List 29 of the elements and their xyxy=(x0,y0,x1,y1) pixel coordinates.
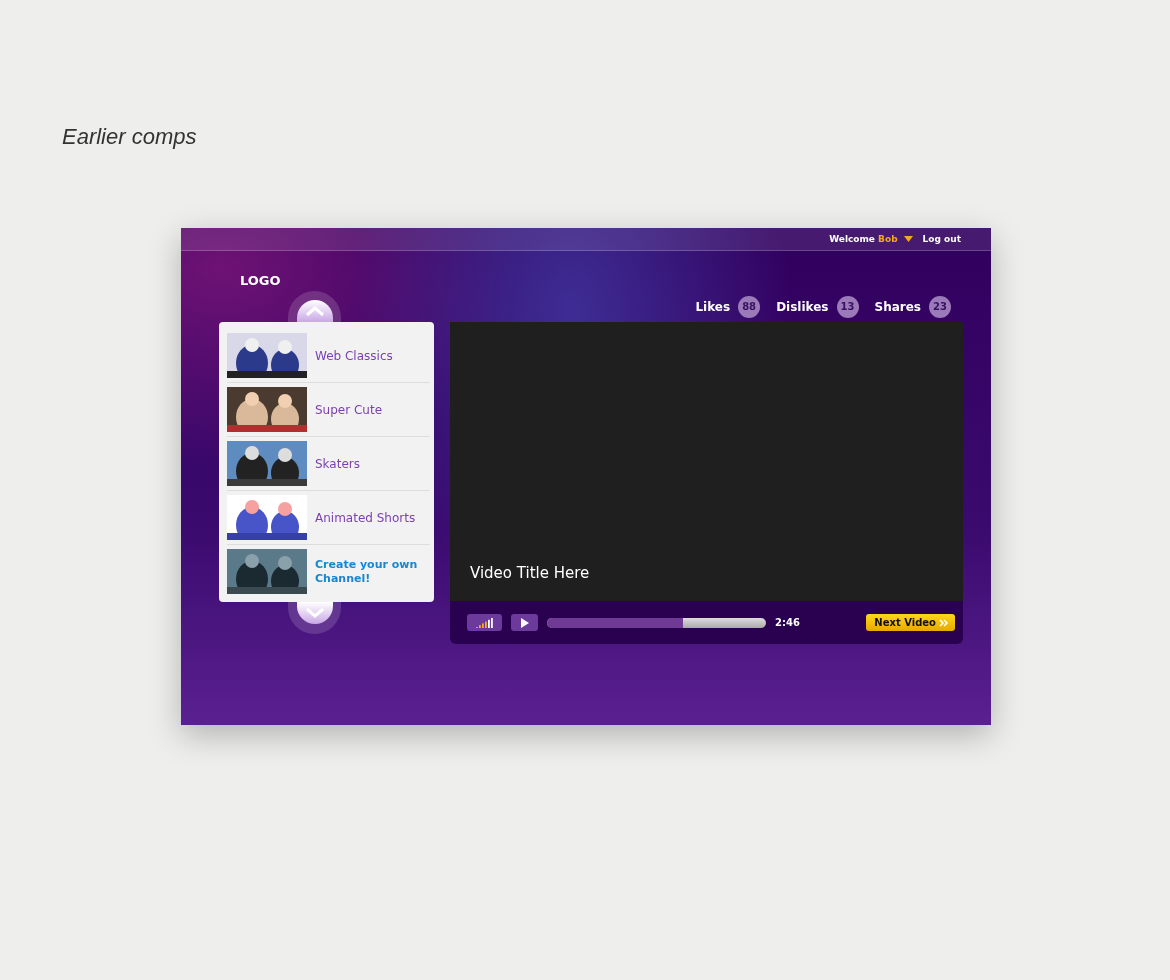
chevron-up-icon xyxy=(305,306,324,316)
page-heading: Earlier comps xyxy=(62,124,198,150)
scroll-down-button[interactable] xyxy=(288,602,341,634)
welcome-text: Welcome Bob xyxy=(829,234,898,244)
stat-count: 23 xyxy=(929,295,951,318)
channel-link[interactable]: Super Cute xyxy=(315,402,383,417)
play-button[interactable] xyxy=(511,614,538,631)
logout-link[interactable]: Log out xyxy=(922,234,961,244)
channel-link[interactable]: Animated Shorts xyxy=(315,510,416,525)
caret-icon[interactable] xyxy=(903,236,913,242)
time-text: 2:46 xyxy=(775,617,801,628)
logo: LOGO xyxy=(240,273,282,290)
stat-count: 13 xyxy=(836,295,859,318)
progress-track[interactable] xyxy=(547,617,766,628)
chevron-down-icon xyxy=(305,608,324,618)
stat-count: 88 xyxy=(738,295,761,318)
scroll-up-button[interactable] xyxy=(288,291,341,322)
next-video-button[interactable]: Next Video xyxy=(866,614,955,631)
stat-label: Likes xyxy=(695,299,731,314)
play-icon xyxy=(520,617,529,628)
channel-link[interactable]: Web Classics xyxy=(315,348,393,363)
volume-bars-icon xyxy=(475,617,494,628)
stat-label: Dislikes xyxy=(776,299,829,314)
create-channel-link[interactable]: Create your own Channel! xyxy=(315,557,430,586)
double-chevron-icon xyxy=(939,618,949,627)
channel-link[interactable]: Skaters xyxy=(315,456,360,471)
video-title: Video Title Here xyxy=(470,564,590,582)
stat-label: Shares xyxy=(874,299,921,314)
volume-button[interactable] xyxy=(467,614,502,631)
